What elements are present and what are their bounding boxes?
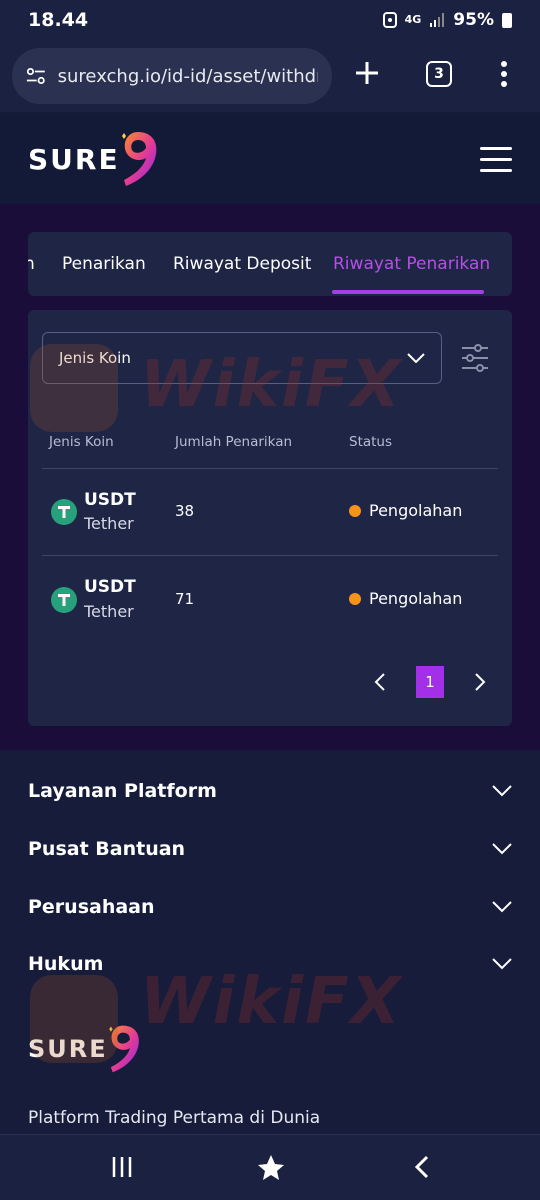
status-text: Pengolahan: [369, 589, 463, 608]
coin-symbol: USDT: [84, 490, 136, 510]
battery-percent: 95%: [453, 10, 494, 30]
withdrawal-amount: 38: [175, 502, 195, 520]
table-divider: [42, 468, 498, 469]
coin-type-select[interactable]: Jenis Koin: [42, 332, 442, 384]
footer-section-label: Pusat Bantuan: [28, 838, 186, 860]
more-menu-icon[interactable]: [500, 60, 508, 88]
table-divider: [42, 555, 498, 556]
address-bar[interactable]: surexchg.io/id-id/asset/withdraw: [12, 48, 332, 104]
chevron-down-icon: [492, 901, 512, 913]
withdrawal-amount: 71: [175, 590, 195, 608]
home-star-icon[interactable]: [256, 1153, 286, 1183]
footer-section-label: Perusahaan: [28, 896, 155, 918]
footer-section-hukum[interactable]: Hukum: [28, 953, 512, 975]
status-text: Pengolahan: [369, 501, 463, 520]
footer-logo[interactable]: SURE: [28, 1022, 142, 1076]
footer-section-perusahaan[interactable]: Perusahaan: [28, 896, 512, 918]
footer-section-label: Hukum: [28, 953, 104, 975]
header-coin-type: Jenis Koin: [49, 434, 114, 450]
status-bar: 18.44 4G 95%: [0, 0, 540, 40]
hamburger-menu-icon[interactable]: [480, 146, 512, 172]
battery-icon: [502, 12, 512, 28]
site-logo[interactable]: SURE: [28, 128, 160, 190]
tether-icon: [51, 499, 77, 525]
chevron-down-icon: [407, 353, 425, 363]
tab-penarikan[interactable]: Penarikan: [62, 254, 146, 274]
coin-type-select-label: Jenis Koin: [59, 349, 131, 367]
logo-text: SURE: [28, 142, 120, 176]
network-type: 4G: [404, 13, 422, 26]
url-text: surexchg.io/id-id/asset/withdraw: [57, 65, 318, 87]
history-panel: Jenis Koin Jenis Koin Jumlah Penarikan S…: [28, 310, 512, 726]
site-header: SURE: [0, 114, 540, 204]
page-button-current[interactable]: 1: [416, 666, 444, 698]
tab-riwayat-penarikan[interactable]: Riwayat Penarikan: [333, 254, 490, 274]
tether-icon: [51, 587, 77, 613]
status-time: 18.44: [28, 9, 89, 31]
header-withdrawal-amount: Jumlah Penarikan: [175, 434, 293, 450]
chevron-down-icon: [492, 785, 512, 797]
tab-count: 3: [426, 61, 452, 87]
coin-name: Tether: [84, 514, 134, 533]
site-settings-icon[interactable]: [26, 66, 46, 86]
footer-section-layanan-platform[interactable]: Layanan Platform: [28, 780, 512, 802]
browser-bar: surexchg.io/id-id/asset/withdraw 3: [0, 40, 540, 112]
logo-mark-icon: [121, 132, 156, 186]
footer-section-pusat-bantuan[interactable]: Pusat Bantuan: [28, 838, 512, 860]
new-tab-icon[interactable]: [354, 60, 380, 86]
active-tab-indicator: [332, 290, 484, 294]
coin-symbol: USDT: [84, 577, 136, 597]
tab-bar: n Penarikan Riwayat Deposit Riwayat Pena…: [28, 232, 512, 296]
filter-icon[interactable]: [460, 342, 490, 374]
prev-page-icon[interactable]: [374, 672, 386, 692]
next-page-icon[interactable]: [474, 672, 486, 692]
nfc-icon: [382, 12, 397, 28]
chevron-down-icon: [492, 958, 512, 970]
pagination: 1: [374, 666, 486, 698]
header-status: Status: [349, 434, 393, 450]
status-dot-icon: [349, 592, 361, 605]
back-icon[interactable]: [414, 1155, 430, 1179]
tab-partial[interactable]: n: [28, 254, 35, 274]
site-footer: Layanan Platform Pusat Bantuan Perusahaa…: [0, 750, 540, 1134]
chevron-down-icon: [492, 843, 512, 855]
status-cell: Pengolahan: [349, 501, 462, 520]
signal-icon: [430, 13, 445, 27]
footer-section-label: Layanan Platform: [28, 780, 217, 802]
system-nav-bar: [0, 1134, 540, 1200]
coin-name: Tether: [84, 602, 134, 621]
logo-text: SURE: [28, 1035, 108, 1063]
footer-tagline: Platform Trading Pertama di Dunia: [28, 1108, 321, 1128]
tab-riwayat-deposit[interactable]: Riwayat Deposit: [173, 254, 311, 274]
status-cell: Pengolahan: [349, 589, 462, 608]
main-content: n Penarikan Riwayat Deposit Riwayat Pena…: [0, 204, 540, 750]
tab-switcher-button[interactable]: 3: [426, 61, 452, 87]
logo-mark-icon: [108, 1025, 139, 1073]
status-dot-icon: [349, 504, 361, 517]
status-icons: 4G 95%: [382, 10, 512, 30]
recent-apps-icon[interactable]: [110, 1155, 134, 1179]
